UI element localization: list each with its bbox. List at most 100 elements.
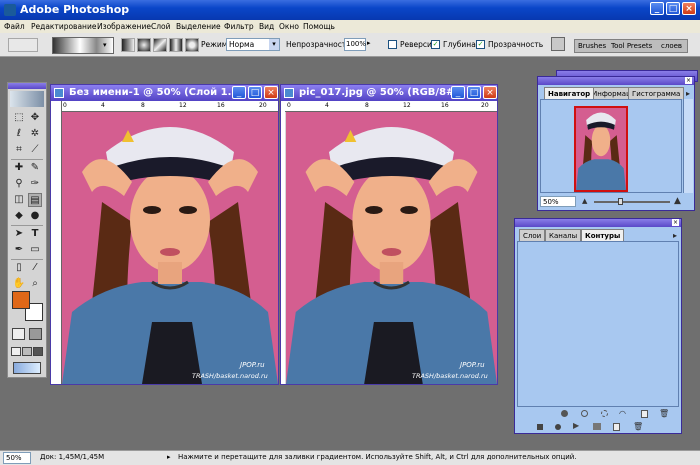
magic-wand-tool-icon[interactable]: ✲ bbox=[28, 127, 42, 141]
slice-tool-icon[interactable]: ⟋ bbox=[28, 143, 42, 157]
palette-well-tab-layers[interactable]: слоев bbox=[661, 42, 682, 50]
palette-well-tab-brushes[interactable]: Brushes bbox=[578, 42, 606, 50]
jump-to-imageready-icon[interactable] bbox=[13, 362, 41, 374]
file-browser-icon[interactable] bbox=[551, 37, 565, 51]
eraser-tool-icon[interactable]: ◫ bbox=[12, 193, 26, 207]
tab-navigator[interactable]: Навигатор bbox=[544, 87, 595, 99]
delete-path-icon[interactable]: 🗑 bbox=[659, 409, 669, 418]
tab-paths[interactable]: Контуры bbox=[581, 229, 625, 241]
pen-tool-icon[interactable]: ✒ bbox=[12, 243, 26, 257]
tab-layers[interactable]: Слои bbox=[519, 229, 546, 241]
opacity-arrow-icon[interactable]: ▸ bbox=[367, 39, 371, 47]
record-icon[interactable] bbox=[555, 424, 561, 430]
palette-well-tab-tool-presets[interactable]: Tool Presets bbox=[611, 42, 652, 50]
doc1-close-button[interactable]: × bbox=[264, 86, 278, 99]
crop-tool-icon[interactable]: ⌗ bbox=[12, 143, 26, 157]
menu-layer[interactable]: Слой bbox=[151, 20, 171, 33]
path-selection-icon[interactable]: ➤ bbox=[12, 227, 26, 241]
reflected-gradient-button[interactable] bbox=[169, 38, 183, 52]
stop-icon[interactable] bbox=[537, 424, 543, 430]
eyedropper-tool-icon[interactable]: ⁄ bbox=[28, 261, 42, 275]
screen-mode-standard-icon[interactable] bbox=[11, 347, 21, 356]
paths-list[interactable] bbox=[517, 241, 679, 407]
healing-brush-icon[interactable]: ✚ bbox=[12, 161, 26, 175]
status-arrow-icon[interactable]: ▸ bbox=[167, 451, 171, 464]
gradient-tool-icon[interactable]: ▤ bbox=[28, 193, 42, 207]
zoom-tool-icon[interactable]: ⌕ bbox=[28, 277, 42, 291]
menu-help[interactable]: Помощь bbox=[303, 20, 335, 33]
new-path-icon[interactable] bbox=[641, 410, 648, 418]
brush-tool-icon[interactable]: ✎ bbox=[28, 161, 42, 175]
transparency-checkbox[interactable]: ✓ bbox=[476, 40, 485, 49]
document-canvas[interactable]: JPOP.ru TRASH/basket.narod.ru bbox=[62, 112, 278, 384]
layers-menu-arrow-icon[interactable]: ▸ bbox=[673, 231, 677, 240]
close-button[interactable]: × bbox=[682, 2, 696, 15]
doc2-maximize-button[interactable]: □ bbox=[467, 86, 481, 99]
tab-channels[interactable]: Каналы bbox=[545, 229, 582, 241]
load-selection-icon[interactable] bbox=[601, 410, 608, 417]
layers-title-bar[interactable] bbox=[515, 219, 681, 227]
new-set-icon[interactable] bbox=[593, 423, 601, 430]
gradient-dropdown-icon[interactable]: ▾ bbox=[103, 41, 107, 49]
play-icon[interactable]: ▶ bbox=[573, 421, 579, 430]
minimize-button[interactable]: _ bbox=[650, 2, 664, 15]
navigator-menu-arrow-icon[interactable]: ▸ bbox=[686, 89, 690, 98]
navigator-close-icon[interactable]: × bbox=[685, 77, 692, 84]
foreground-color-swatch[interactable] bbox=[12, 291, 30, 309]
diamond-gradient-button[interactable] bbox=[185, 38, 199, 52]
angle-gradient-button[interactable] bbox=[153, 38, 167, 52]
doc2-minimize-button[interactable]: _ bbox=[451, 86, 465, 99]
hand-tool-icon[interactable]: ✋ bbox=[12, 277, 26, 291]
new-action-icon[interactable] bbox=[613, 423, 620, 431]
marquee-tool-icon[interactable]: ⬚ bbox=[12, 111, 26, 125]
menu-window[interactable]: Окно bbox=[279, 20, 299, 33]
toolbox-title-bar[interactable] bbox=[8, 83, 46, 89]
navigator-zoom-input[interactable]: 50% bbox=[540, 196, 576, 207]
navigator-thumbnail[interactable] bbox=[574, 106, 628, 192]
layers-close-icon[interactable]: × bbox=[672, 219, 679, 226]
shape-tool-icon[interactable]: ▭ bbox=[28, 243, 42, 257]
doc1-maximize-button[interactable]: □ bbox=[248, 86, 262, 99]
move-tool-icon[interactable]: ✥ bbox=[28, 111, 42, 125]
zoom-slider-thumb[interactable] bbox=[618, 198, 623, 205]
menu-edit[interactable]: Редактирование bbox=[31, 20, 96, 33]
radial-gradient-button[interactable] bbox=[137, 38, 151, 52]
navigator-title-bar[interactable] bbox=[538, 77, 694, 85]
blur-tool-icon[interactable]: ◆ bbox=[12, 209, 26, 223]
delete-action-icon[interactable]: 🗑 bbox=[633, 422, 643, 431]
notes-tool-icon[interactable]: ▯ bbox=[12, 261, 26, 275]
screen-mode-menu-icon[interactable] bbox=[22, 347, 32, 356]
reverse-checkbox[interactable] bbox=[388, 40, 397, 49]
status-zoom-input[interactable]: 50% bbox=[3, 452, 31, 464]
clone-stamp-icon[interactable]: ⚲ bbox=[12, 177, 26, 191]
depth-checkbox[interactable]: ✓ bbox=[431, 40, 440, 49]
linear-gradient-button[interactable] bbox=[121, 38, 135, 52]
quick-mask-off-icon[interactable] bbox=[12, 328, 25, 340]
opacity-input[interactable]: 100% bbox=[344, 38, 366, 51]
navigator-scrollbar[interactable] bbox=[683, 99, 693, 193]
type-tool-icon[interactable]: T bbox=[28, 227, 42, 241]
zoom-slider[interactable] bbox=[594, 201, 670, 203]
doc1-minimize-button[interactable]: _ bbox=[232, 86, 246, 99]
fill-path-icon[interactable] bbox=[561, 410, 568, 417]
tab-histogram[interactable]: Гистограмма bbox=[628, 87, 685, 99]
make-work-path-icon[interactable]: ◠ bbox=[619, 409, 626, 418]
menu-select[interactable]: Выделение bbox=[176, 20, 221, 33]
quick-mask-on-icon[interactable] bbox=[29, 328, 42, 340]
dodge-tool-icon[interactable]: ● bbox=[28, 209, 42, 223]
lasso-tool-icon[interactable]: ℓ bbox=[12, 127, 26, 141]
maximize-button[interactable]: □ bbox=[666, 2, 680, 15]
history-brush-icon[interactable]: ✑ bbox=[28, 177, 42, 191]
document-canvas[interactable]: JPOP.ru TRASH/basket.narod.ru bbox=[286, 112, 497, 384]
zoom-in-icon[interactable]: ▲ bbox=[674, 196, 681, 206]
zoom-out-icon[interactable]: ▲ bbox=[582, 197, 587, 205]
mode-select[interactable]: Норма ▾ bbox=[226, 38, 280, 51]
tool-preset-picker[interactable] bbox=[8, 38, 38, 52]
menu-view[interactable]: Вид bbox=[259, 20, 274, 33]
menu-filter[interactable]: Фильтр bbox=[224, 20, 254, 33]
menu-image[interactable]: Изображение bbox=[97, 20, 151, 33]
doc2-close-button[interactable]: × bbox=[483, 86, 497, 99]
stroke-path-icon[interactable] bbox=[581, 410, 588, 417]
screen-mode-full-icon[interactable] bbox=[33, 347, 43, 356]
menu-file[interactable]: Файл bbox=[4, 20, 25, 33]
